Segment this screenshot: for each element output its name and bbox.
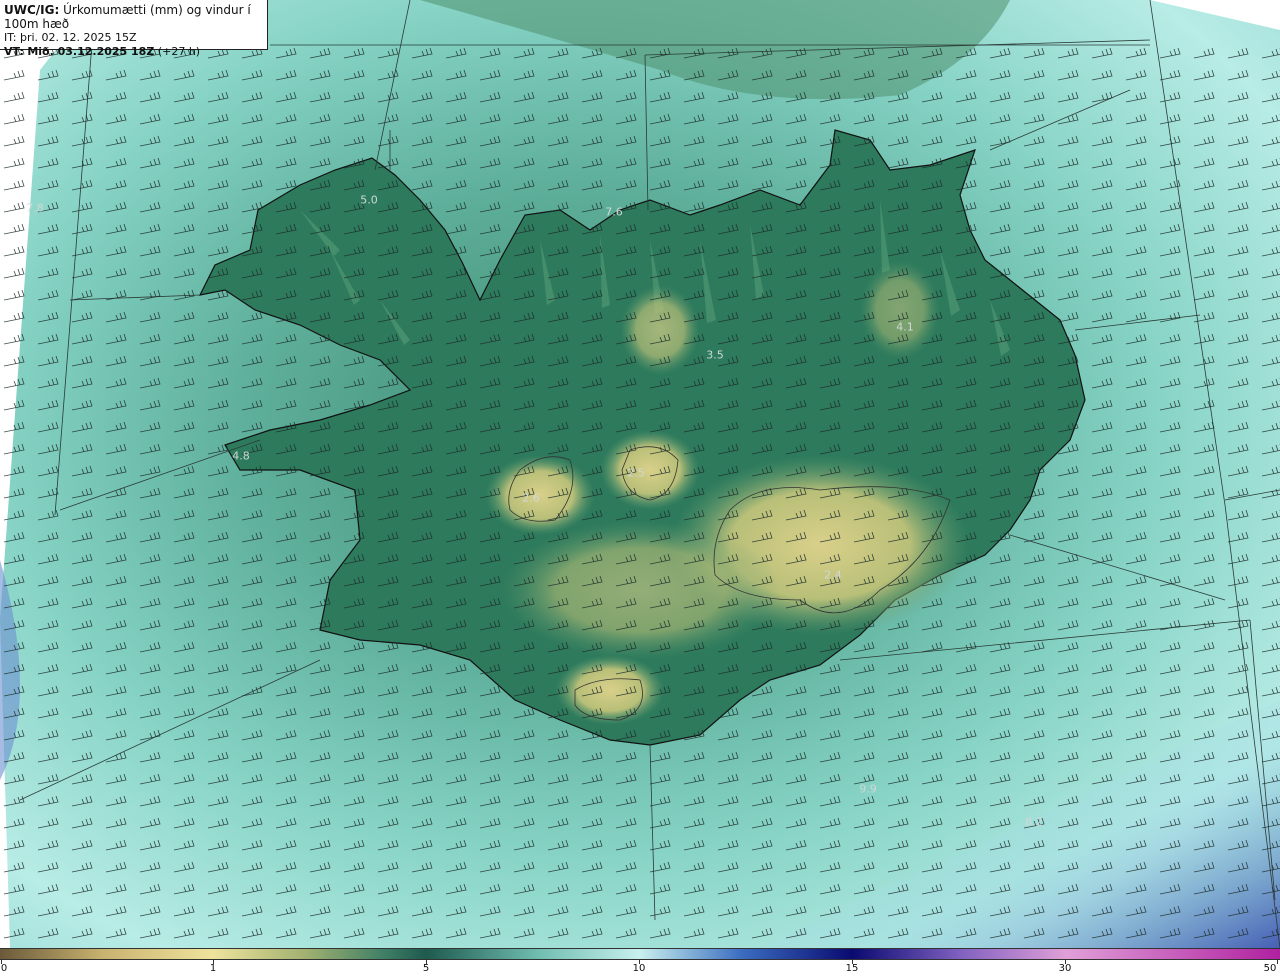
map-value-label: 8.2: [1025, 815, 1043, 829]
map-value-label: 4.8: [232, 449, 250, 463]
valid-time: Mið. 03.12.2025 18Z: [27, 45, 155, 58]
map-area[interactable]: UWC/IG: Úrkomumætti (mm) og vindur í 100…: [0, 0, 1280, 948]
map-value-label: 2.6: [522, 491, 540, 505]
colorbar-label: 1: [209, 963, 217, 974]
map-value-label: 2.4: [824, 568, 842, 582]
wind-barbs: [0, 40, 1280, 948]
map-value-label: 9.9: [859, 782, 877, 796]
colorbar-label: 50: [1263, 963, 1277, 974]
map-value-label: 3.5: [706, 348, 724, 362]
valid-prefix: VT:: [4, 45, 24, 58]
colorbar-label: 15: [845, 963, 859, 974]
colorbar-label: 0: [0, 963, 8, 974]
map-value-label: 7.6: [605, 205, 623, 219]
colorbar: 0 1 5 10 15 30 50: [0, 948, 1280, 978]
map-value-label: 5.0: [360, 193, 378, 207]
title-box: UWC/IG: Úrkomumætti (mm) og vindur í 100…: [0, 0, 268, 58]
colorbar-tick: [1277, 960, 1278, 964]
colorbar-label: 30: [1058, 963, 1072, 974]
colorbar-label: 10: [632, 963, 646, 974]
map-value-label: 2.5: [627, 466, 645, 480]
colorbar-label: 5: [422, 963, 430, 974]
colorbar-gradient: [0, 948, 1280, 960]
map-value-label: 4.1: [896, 320, 914, 334]
valid-offset: (+27 h): [157, 45, 201, 58]
init-time: IT: þri. 02. 12. 2025 15Z: [4, 31, 137, 44]
map-value-label: 7.8: [26, 201, 44, 215]
title-prefix: UWC/IG:: [4, 3, 60, 17]
